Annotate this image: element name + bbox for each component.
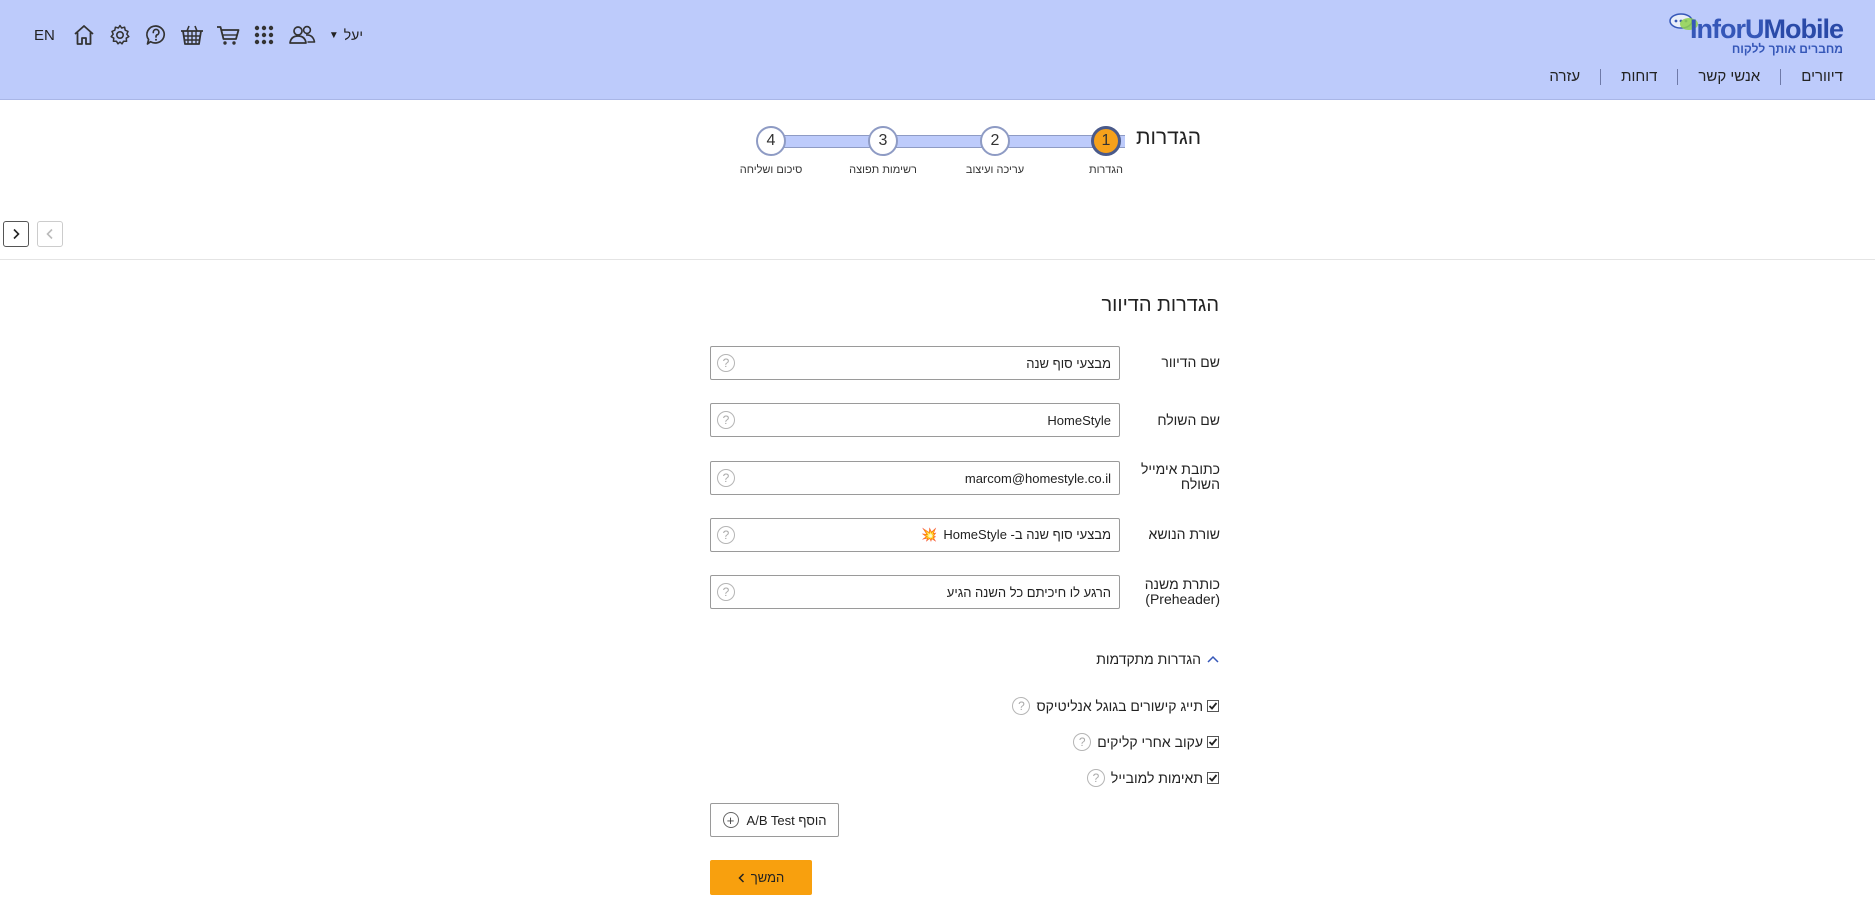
sender-name-input[interactable] bbox=[751, 404, 1111, 436]
step-number: 3 bbox=[878, 132, 888, 149]
gear-icon[interactable] bbox=[107, 22, 133, 48]
apps-grid-icon[interactable] bbox=[251, 22, 277, 48]
google-analytics-checkbox[interactable] bbox=[1207, 700, 1219, 712]
help-icon[interactable]: ? bbox=[717, 469, 735, 487]
logo-tagline: מחברים אותך ללקוח bbox=[1731, 42, 1843, 56]
subject-line-input[interactable]: מבצעי סוף שנה ב- HomeStyle 💥 bbox=[921, 519, 1111, 551]
cart-icon[interactable] bbox=[215, 22, 241, 48]
campaign-name-input[interactable] bbox=[751, 347, 1111, 379]
continue-button[interactable]: המשך bbox=[710, 860, 812, 895]
help-icon[interactable] bbox=[143, 22, 169, 48]
nav-item-reports[interactable]: דוחות bbox=[1601, 68, 1677, 85]
preheader-label: כותרת משנה (Preheader) bbox=[1144, 576, 1220, 607]
subject-line-text: מבצעי סוף שנה ב- HomeStyle bbox=[943, 527, 1111, 542]
step-label: עריכה ועיצוב bbox=[965, 164, 1025, 176]
step-1-settings[interactable]: 1 bbox=[1091, 126, 1121, 156]
chevron-left-icon bbox=[738, 872, 745, 883]
campaign-name-field[interactable]: ? bbox=[710, 346, 1120, 380]
nav-item-mailings[interactable]: דיוורים bbox=[1781, 68, 1843, 85]
chevron-left-icon bbox=[46, 228, 53, 240]
mobile-compat-label: תאימות למובייל bbox=[1110, 770, 1203, 786]
sender-email-label: כתובת אימייל השולח bbox=[1140, 461, 1220, 492]
help-icon[interactable]: ? bbox=[1086, 769, 1105, 787]
language-switch[interactable]: EN bbox=[34, 27, 55, 44]
logo-wordmark: InforUMobile bbox=[1690, 14, 1844, 45]
next-page-button[interactable] bbox=[3, 221, 29, 247]
track-clicks-label: עקוב אחרי קליקים bbox=[1097, 734, 1203, 750]
preheader-input[interactable] bbox=[751, 576, 1111, 608]
subject-line-field[interactable]: מבצעי סוף שנה ב- HomeStyle 💥 ? bbox=[710, 518, 1120, 552]
continue-label: המשך bbox=[750, 870, 785, 885]
inforumobile-logo[interactable]: InforUMobile מחברים אותך ללקוח bbox=[1669, 12, 1844, 58]
step-label: סיכום ושליחה bbox=[739, 164, 803, 176]
nav-divider bbox=[1677, 68, 1679, 85]
explosion-emoji-icon: 💥 bbox=[921, 527, 938, 542]
add-ab-test-button[interactable]: הוסף A/B Test + bbox=[710, 803, 839, 837]
track-clicks-checkbox[interactable] bbox=[1207, 736, 1219, 748]
sender-name-label: שם השולח bbox=[1157, 412, 1220, 428]
main-nav: דיוורים אנשי קשר דוחות עזרה bbox=[1529, 68, 1843, 85]
help-icon[interactable]: ? bbox=[1012, 697, 1031, 715]
previous-page-button[interactable] bbox=[37, 221, 63, 247]
stepper-track bbox=[783, 135, 1125, 148]
help-icon[interactable]: ? bbox=[717, 526, 735, 544]
step-number: 4 bbox=[766, 132, 776, 149]
track-clicks-option: עקוב אחרי קליקים ? bbox=[1073, 733, 1219, 751]
step-number: 1 bbox=[1101, 132, 1111, 149]
help-icon[interactable]: ? bbox=[717, 583, 735, 601]
top-header: InforUMobile מחברים אותך ללקוח דיוורים א… bbox=[0, 0, 1875, 100]
user-name: יעל bbox=[343, 27, 363, 43]
nav-divider bbox=[1780, 68, 1782, 85]
google-analytics-label: תייג קישורים בגוגל אנליטיקס bbox=[1036, 698, 1203, 714]
header-toolbar: EN ▼ יעל bbox=[34, 22, 363, 48]
step-4-summary-send[interactable]: 4 bbox=[756, 126, 786, 156]
nav-item-contacts[interactable]: אנשי קשר bbox=[1678, 68, 1780, 85]
wizard-title: הגדרות bbox=[1136, 126, 1202, 149]
chevron-right-icon bbox=[13, 228, 20, 240]
plus-icon: + bbox=[722, 812, 739, 828]
chevron-down-icon: ▼ bbox=[328, 29, 339, 41]
help-icon[interactable]: ? bbox=[1073, 733, 1092, 751]
help-icon[interactable]: ? bbox=[717, 411, 735, 429]
add-ab-test-label: הוסף A/B Test bbox=[746, 812, 827, 828]
users-icon[interactable] bbox=[287, 22, 317, 48]
basket-icon[interactable] bbox=[179, 22, 205, 48]
section-title: הגדרות הדיוור bbox=[1101, 294, 1220, 316]
mobile-compat-checkbox[interactable] bbox=[1207, 772, 1219, 784]
step-3-mailing-lists[interactable]: 3 bbox=[868, 126, 898, 156]
home-icon[interactable] bbox=[71, 22, 97, 48]
sender-email-field[interactable]: ? bbox=[710, 461, 1120, 495]
step-label: הגדרות bbox=[1088, 164, 1124, 176]
step-2-edit-design[interactable]: 2 bbox=[980, 126, 1010, 156]
google-analytics-option: תייג קישורים בגוגל אנליטיקס ? bbox=[1012, 697, 1219, 715]
chevron-up-icon bbox=[1207, 655, 1219, 663]
wizard-stepper: 1 הגדרות 2 עריכה ועיצוב 3 רשימות תפוצה 4… bbox=[740, 126, 1130, 186]
step-label: רשימות תפוצה bbox=[849, 164, 917, 176]
logo-wordmark-part2: Mobile bbox=[1763, 14, 1844, 44]
nav-item-help[interactable]: עזרה bbox=[1529, 68, 1600, 85]
mobile-compat-option: תאימות למובייל ? bbox=[1086, 769, 1219, 787]
content-divider bbox=[0, 259, 1875, 260]
advanced-settings-label: הגדרות מתקדמות bbox=[1096, 651, 1201, 667]
advanced-settings-toggle[interactable]: הגדרות מתקדמות bbox=[1096, 651, 1219, 667]
nav-divider bbox=[1600, 68, 1602, 85]
step-number: 2 bbox=[990, 132, 1000, 149]
sender-email-input[interactable] bbox=[751, 462, 1111, 494]
logo-wordmark-part1: InforU bbox=[1690, 14, 1764, 44]
help-icon[interactable]: ? bbox=[717, 354, 735, 372]
subject-line-label: שורת הנושא bbox=[1148, 526, 1220, 542]
sender-name-field[interactable]: ? bbox=[710, 403, 1120, 437]
preheader-field[interactable]: ? bbox=[710, 575, 1120, 609]
campaign-name-label: שם הדיוור bbox=[1161, 354, 1220, 370]
user-menu[interactable]: ▼ יעל bbox=[329, 27, 363, 43]
